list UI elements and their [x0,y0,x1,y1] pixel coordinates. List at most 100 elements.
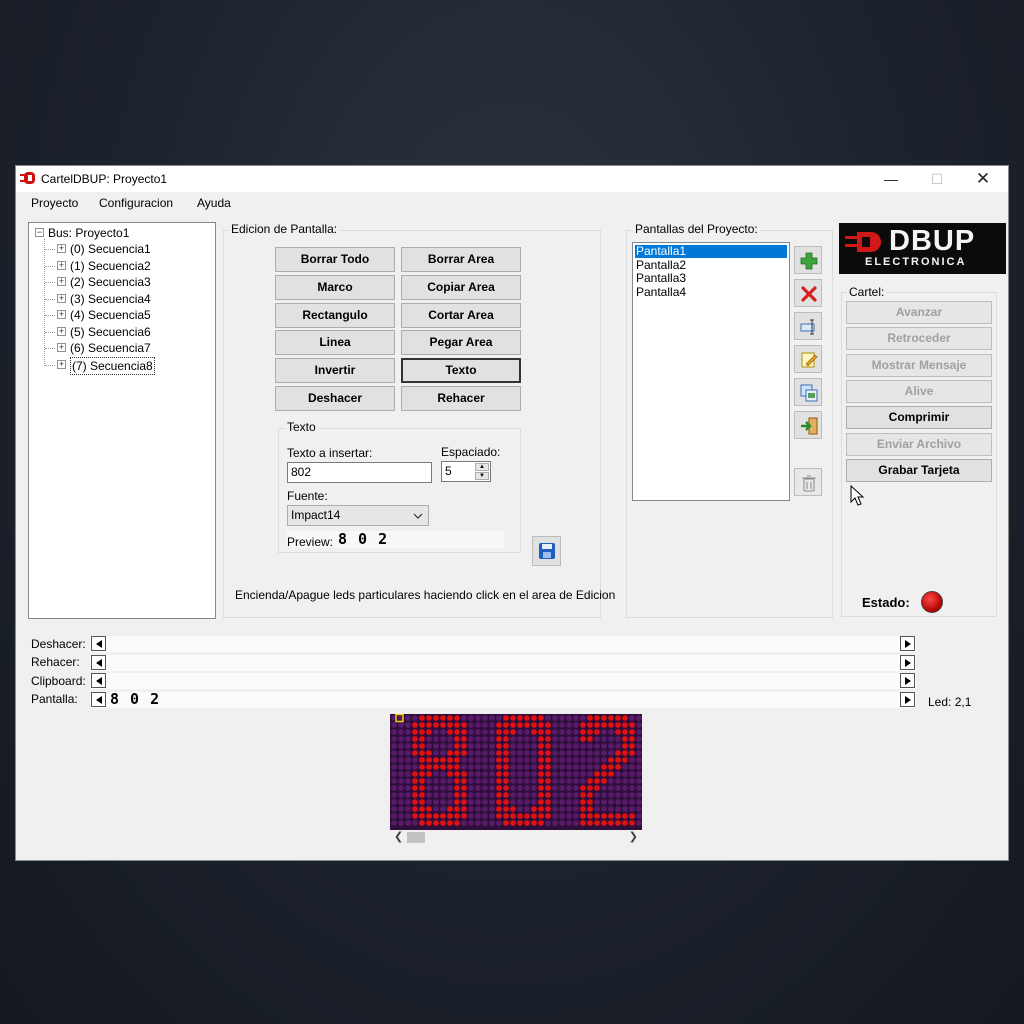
led-off[interactable] [510,757,516,763]
led-off[interactable] [629,799,635,805]
led-off[interactable] [552,806,558,812]
led-off[interactable] [552,764,558,770]
led-off[interactable] [636,757,642,763]
led-on[interactable] [419,764,425,770]
led-on[interactable] [412,729,418,735]
led-on[interactable] [412,743,418,749]
led-off[interactable] [475,799,481,805]
led-off[interactable] [482,771,488,777]
led-on[interactable] [524,813,530,819]
led-on[interactable] [608,722,614,728]
edit-pantalla-button[interactable] [794,345,822,373]
led-on[interactable] [419,785,425,791]
led-on[interactable] [447,715,453,721]
led-on[interactable] [426,806,432,812]
led-on[interactable] [629,743,635,749]
led-off[interactable] [587,750,593,756]
led-off[interactable] [566,799,572,805]
led-on[interactable] [447,806,453,812]
led-off[interactable] [552,757,558,763]
led-off[interactable] [482,750,488,756]
led-on[interactable] [615,757,621,763]
led-off[interactable] [489,820,495,826]
led-off[interactable] [482,722,488,728]
led-off[interactable] [580,750,586,756]
led-off[interactable] [440,785,446,791]
led-on[interactable] [545,764,551,770]
led-off[interactable] [559,757,565,763]
led-off[interactable] [629,715,635,721]
led-off[interactable] [475,736,481,742]
led-off[interactable] [559,771,565,777]
led-on[interactable] [545,771,551,777]
led-on[interactable] [622,757,628,763]
led-off[interactable] [405,722,411,728]
led-on[interactable] [545,722,551,728]
led-off[interactable] [461,764,467,770]
led-on[interactable] [587,813,593,819]
led-off[interactable] [468,806,474,812]
pantalla-prev-button[interactable] [91,691,106,707]
led-off[interactable] [552,820,558,826]
led-on[interactable] [538,820,544,826]
led-off[interactable] [475,715,481,721]
led-off[interactable] [615,785,621,791]
led-off[interactable] [559,722,565,728]
led-off[interactable] [531,785,537,791]
led-matrix[interactable] [390,714,642,830]
menu-configuracion[interactable]: Configuracion [99,196,173,210]
pantalla-list-item[interactable]: Pantalla2 [635,258,787,272]
led-on[interactable] [545,750,551,756]
led-on[interactable] [440,820,446,826]
edit-button-borrar-todo[interactable]: Borrar Todo [275,247,395,272]
edit-button-copiar-area[interactable]: Copiar Area [401,274,521,300]
led-off[interactable] [475,722,481,728]
led-off[interactable] [510,778,516,784]
led-off[interactable] [489,778,495,784]
led-off[interactable] [636,750,642,756]
led-on[interactable] [517,820,523,826]
led-off[interactable] [510,771,516,777]
led-off[interactable] [552,715,558,721]
delete-pantalla-button[interactable] [794,279,822,307]
led-off[interactable] [622,771,628,777]
led-on[interactable] [601,778,607,784]
led-off[interactable] [489,771,495,777]
led-off[interactable] [622,806,628,812]
led-off[interactable] [489,757,495,763]
cartel-button-retroceder[interactable]: Retroceder [846,327,992,351]
led-on[interactable] [538,806,544,812]
led-off[interactable] [489,792,495,798]
pantalla-list-item[interactable]: Pantalla4 [635,285,787,299]
led-off[interactable] [468,743,474,749]
led-off[interactable] [608,750,614,756]
pantalla-next-button[interactable] [900,691,915,707]
led-on[interactable] [447,820,453,826]
led-off[interactable] [594,757,600,763]
led-off[interactable] [475,792,481,798]
fuente-select[interactable]: Impact14 [287,505,429,526]
led-off[interactable] [489,806,495,812]
led-off[interactable] [482,729,488,735]
led-on[interactable] [412,778,418,784]
led-on[interactable] [524,715,530,721]
led-on[interactable] [496,813,502,819]
led-on[interactable] [545,799,551,805]
led-on[interactable] [629,729,635,735]
led-off[interactable] [531,799,537,805]
led-on[interactable] [629,722,635,728]
led-on[interactable] [622,729,628,735]
led-off[interactable] [594,799,600,805]
led-off[interactable] [552,799,558,805]
led-on[interactable] [419,792,425,798]
led-off[interactable] [412,757,418,763]
led-on[interactable] [580,813,586,819]
led-off[interactable] [573,799,579,805]
led-off[interactable] [391,771,397,777]
led-on[interactable] [608,813,614,819]
led-off[interactable] [489,722,495,728]
led-on[interactable] [503,736,509,742]
led-on[interactable] [545,806,551,812]
led-off[interactable] [636,736,642,742]
led-on[interactable] [461,778,467,784]
